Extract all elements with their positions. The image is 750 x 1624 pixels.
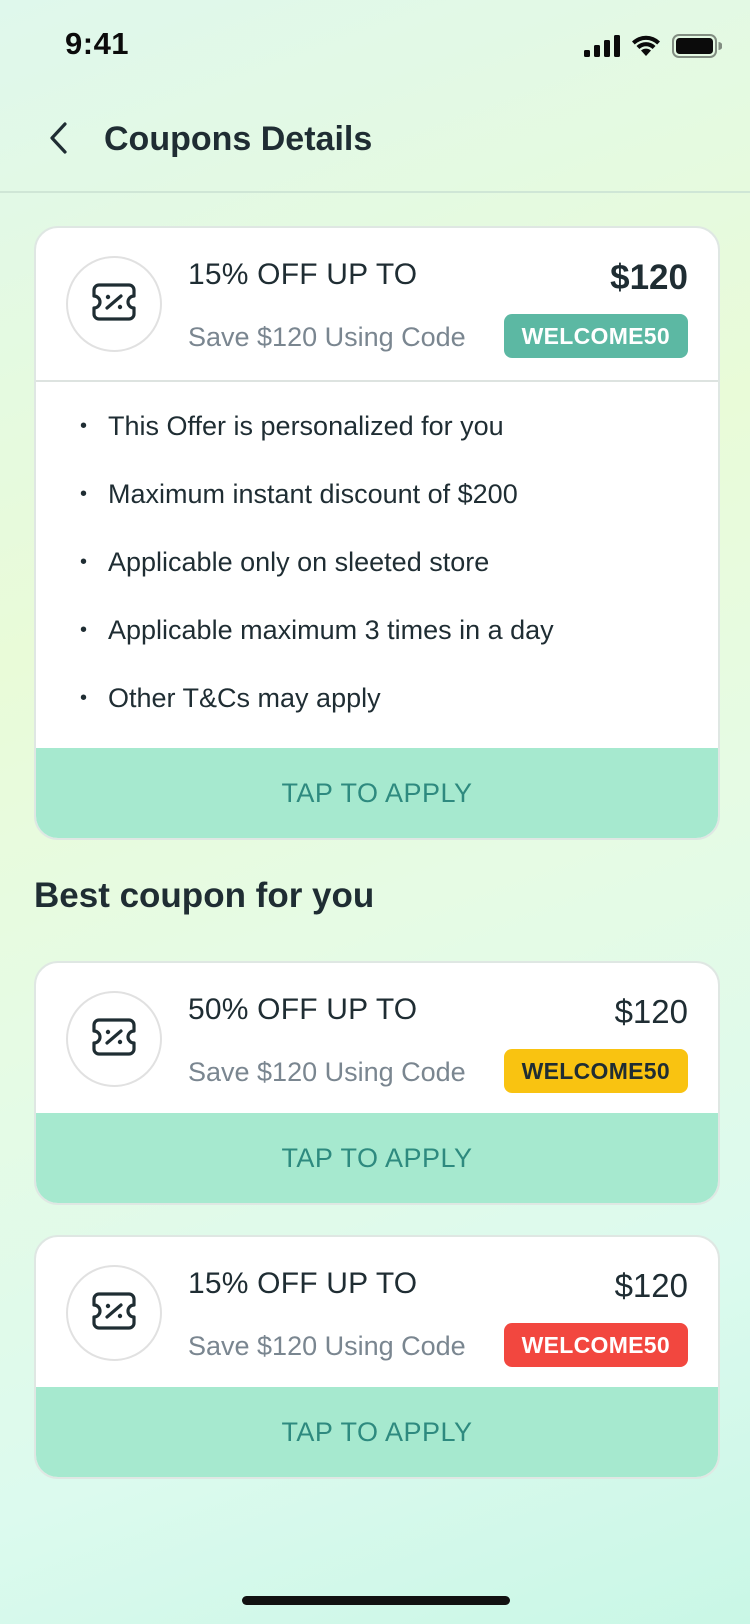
terms-item: Applicable maximum 3 times in a day — [80, 602, 718, 670]
coupon-icon-container — [66, 1265, 162, 1361]
cellular-signal-icon — [584, 35, 620, 62]
coupon-icon-container — [66, 256, 162, 352]
featured-coupon-card: 15% OFF UP TO $120 Save $120 Using Code … — [34, 226, 720, 840]
coupon-card: 15% OFF UP TO $120 Save $120 Using Code … — [34, 1235, 720, 1479]
status-icons — [584, 34, 723, 63]
offer-subtitle: Save $120 Using Code — [188, 1331, 466, 1361]
battery-icon — [672, 34, 723, 63]
offer-subtitle: Save $120 Using Code — [188, 322, 466, 352]
offer-amount: $120 — [614, 993, 688, 1030]
status-time: 9:41 — [65, 26, 130, 61]
coupon-card: 50% OFF UP TO $120 Save $120 Using Code … — [34, 961, 720, 1205]
home-indicator — [242, 1596, 510, 1605]
header: Coupons Details — [0, 92, 750, 193]
tap-to-apply-button[interactable]: TAP TO APPLY — [36, 1387, 718, 1477]
tap-to-apply-button[interactable]: TAP TO APPLY — [36, 748, 718, 838]
page-title: Coupons Details — [104, 120, 373, 158]
back-button[interactable] — [36, 114, 80, 166]
offer-amount: $120 — [614, 1267, 688, 1304]
status-bar: 9:41 — [0, 0, 750, 92]
coupon-code-badge[interactable]: WELCOME50 — [503, 1049, 688, 1093]
tap-to-apply-button[interactable]: TAP TO APPLY — [36, 1113, 718, 1203]
wifi-icon — [630, 34, 662, 63]
discount-ticket-icon — [91, 1017, 137, 1062]
offer-title: 15% OFF UP TO — [188, 258, 418, 291]
coupon-icon-container — [66, 991, 162, 1087]
terms-item: Applicable only on sleeted store — [80, 534, 718, 602]
offer-amount: $120 — [610, 258, 688, 297]
terms-item: Maximum instant discount of $200 — [80, 466, 718, 534]
chevron-left-icon — [47, 121, 69, 160]
coupon-code-badge[interactable]: WELCOME50 — [503, 1323, 688, 1367]
offer-title: 15% OFF UP TO — [188, 1267, 418, 1300]
terms-list: This Offer is personalized for you Maxim… — [36, 380, 718, 748]
offer-title: 50% OFF UP TO — [188, 993, 418, 1026]
section-title: Best coupon for you — [34, 876, 375, 915]
terms-item: This Offer is personalized for you — [80, 398, 718, 466]
discount-ticket-icon — [91, 1291, 137, 1336]
discount-ticket-icon — [91, 282, 137, 327]
offer-subtitle: Save $120 Using Code — [188, 1057, 466, 1087]
terms-item: Other T&Cs may apply — [80, 670, 718, 738]
coupon-code-badge[interactable]: WELCOME50 — [503, 314, 688, 358]
